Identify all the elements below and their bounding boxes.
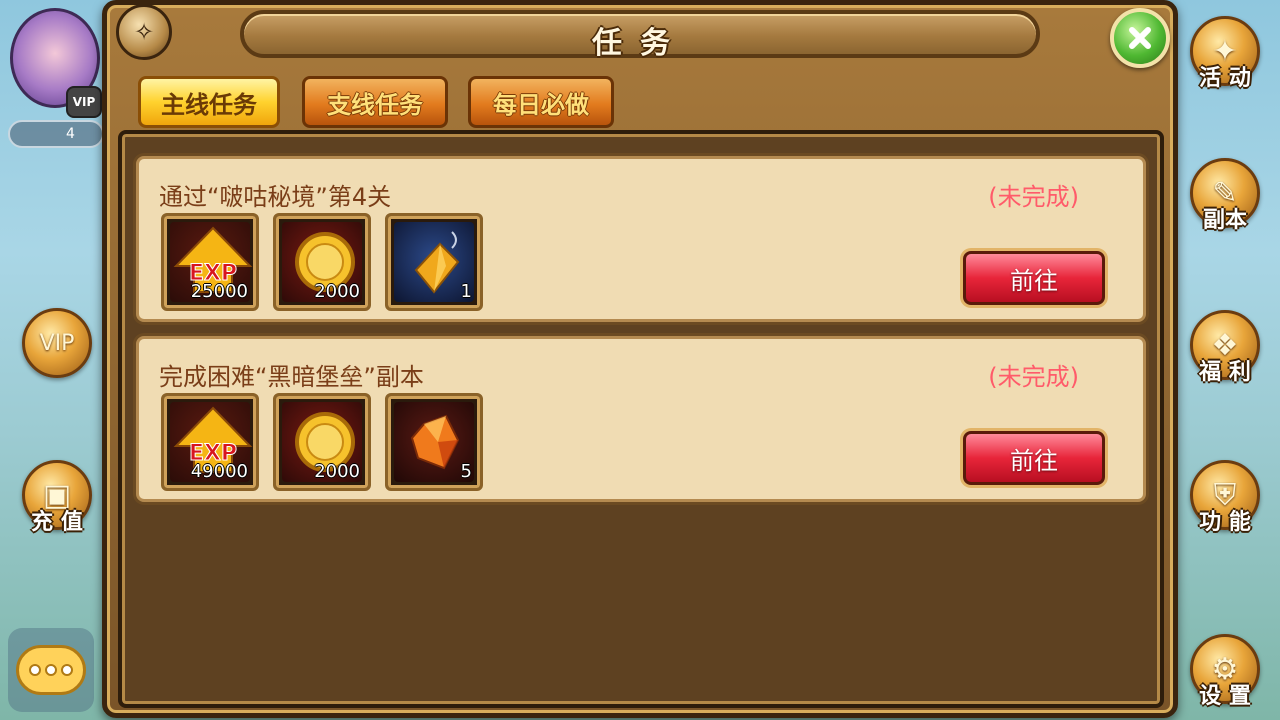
close-button[interactable] <box>1110 8 1170 68</box>
function-label: 功 能 <box>1199 510 1251 535</box>
reward-qty: 25000 <box>190 281 248 302</box>
quest-status: (未完成) <box>988 363 1079 391</box>
window-title-bar: 任务 <box>240 10 1040 61</box>
vip-emblem-label: VIP <box>39 330 75 356</box>
go-button[interactable]: 前往 <box>963 251 1105 305</box>
tab-side-quest-label: 支线任务 <box>327 90 423 119</box>
quest-card: 通过“啵咕秘境”第4关 (未完成) EXP 25000 2000 1 前往 <box>136 156 1146 322</box>
reward-qty: 5 <box>460 461 472 482</box>
player-level-bar: 4 <box>8 120 104 148</box>
welfare-button[interactable]: ❖ 福 利 <box>1182 302 1268 388</box>
activity-button[interactable]: ✦ 活 动 <box>1182 8 1268 94</box>
quest-card: 完成困难“黑暗堡垒”副本 (未完成) EXP 49000 2000 5 前往 <box>136 336 1146 502</box>
welfare-label: 福 利 <box>1199 360 1251 385</box>
reward-gold[interactable]: 2000 <box>273 213 371 311</box>
vip-level-badge: VIP <box>66 86 102 118</box>
dungeon-button[interactable]: ✎ 副本 <box>1182 150 1268 236</box>
reward-qty: 49000 <box>190 461 248 482</box>
reward-exp[interactable]: EXP 25000 <box>161 213 259 311</box>
dungeon-label: 副本 <box>1202 208 1247 233</box>
settings-button[interactable]: ⚙ 设 置 <box>1182 626 1268 712</box>
tab-side-quest[interactable]: 支线任务 <box>302 76 448 128</box>
vip-emblem-icon: VIP <box>22 308 92 378</box>
go-button-label: 前往 <box>1010 266 1058 295</box>
reward-gold[interactable]: 2000 <box>273 393 371 491</box>
quest-title: 完成困难“黑暗堡垒”副本 <box>159 363 424 391</box>
reward-item[interactable]: 5 <box>385 393 483 491</box>
reward-exp[interactable]: EXP 49000 <box>161 393 259 491</box>
quest-title: 通过“啵咕秘境”第4关 <box>159 183 392 211</box>
function-button[interactable]: ⛨ 功 能 <box>1182 452 1268 538</box>
settings-label: 设 置 <box>1199 684 1251 709</box>
go-button-label: 前往 <box>1010 446 1058 475</box>
go-button[interactable]: 前往 <box>963 431 1105 485</box>
quest-status: (未完成) <box>988 183 1079 211</box>
vip-mini-label: VIP <box>72 95 96 109</box>
window-title: 任务 <box>592 26 688 61</box>
tab-daily[interactable]: 每日必做 <box>468 76 614 128</box>
reward-item[interactable]: 1 <box>385 213 483 311</box>
reward-qty: 1 <box>460 281 472 302</box>
scroll-ornament-icon: ✧ <box>116 4 172 60</box>
recharge-button[interactable]: ▣ 充 值 <box>14 452 100 538</box>
recharge-label: 充 值 <box>31 510 83 535</box>
player-level-value: 4 <box>66 126 75 142</box>
tab-main-quest[interactable]: 主线任务 <box>138 76 280 128</box>
activity-label: 活 动 <box>1199 66 1251 91</box>
tab-daily-label: 每日必做 <box>493 90 589 119</box>
reward-qty: 2000 <box>314 461 360 482</box>
tab-main-quest-label: 主线任务 <box>161 90 257 119</box>
reward-qty: 2000 <box>314 281 360 302</box>
close-icon <box>1129 27 1151 49</box>
chat-bubble-icon <box>16 645 86 695</box>
vip-button[interactable]: VIP <box>14 300 100 386</box>
chat-button[interactable] <box>8 628 94 712</box>
